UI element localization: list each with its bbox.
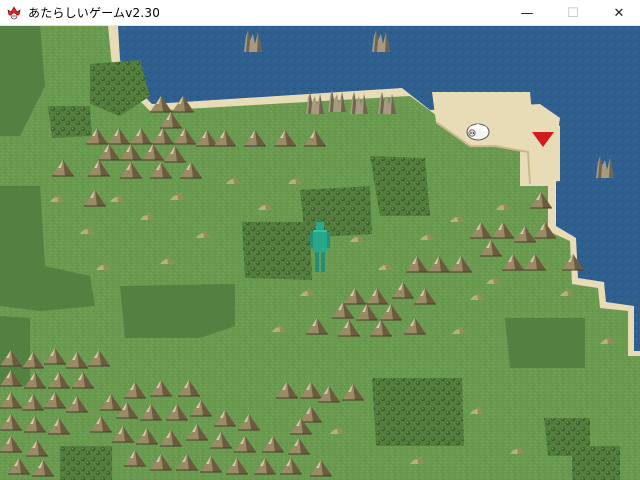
maximize-button[interactable]: ☐: [550, 0, 596, 26]
minimize-button[interactable]: —: [504, 0, 550, 26]
close-button[interactable]: ✕: [596, 0, 640, 26]
sheep-icon[interactable]: [466, 123, 490, 141]
window-title: あたらしいゲームv2.30: [28, 6, 161, 20]
window-titlebar: あたらしいゲームv2.30 — ☐ ✕: [0, 0, 640, 26]
app-icon: [7, 6, 21, 20]
game-viewport[interactable]: [0, 26, 640, 480]
